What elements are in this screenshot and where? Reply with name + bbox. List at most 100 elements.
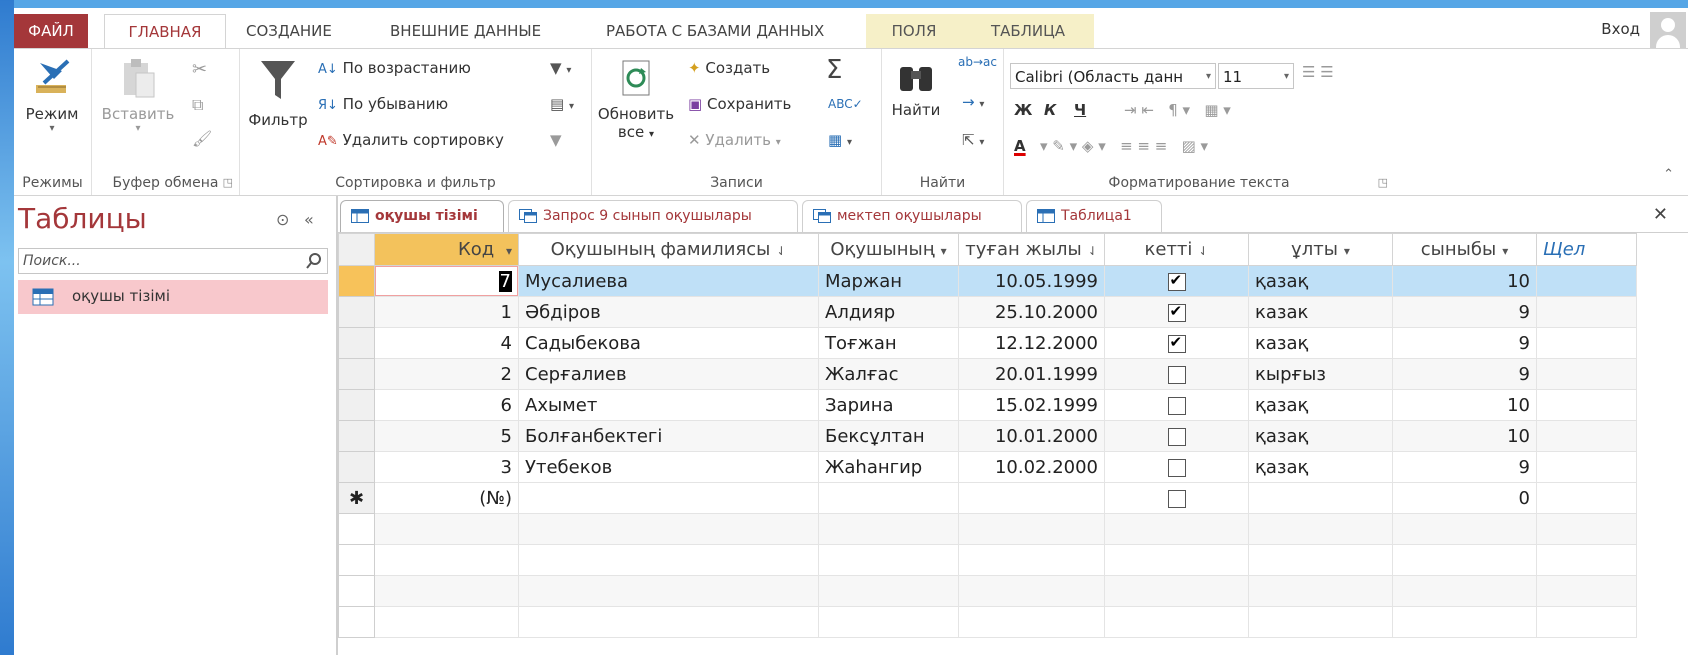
font-size-select[interactable]: 11 ▾ — [1218, 63, 1294, 89]
cell-grade[interactable]: 9 — [1392, 358, 1537, 390]
tab-external-data[interactable]: ВНЕШНИЕ ДАННЫЕ — [378, 14, 553, 48]
cell-left[interactable] — [1104, 389, 1249, 421]
delete-record-button[interactable]: ✕ Удалить ▾ — [688, 131, 781, 149]
checkbox[interactable] — [1167, 489, 1186, 508]
cell-left[interactable] — [1104, 296, 1249, 328]
cell-born[interactable]: 10.05.1999 — [958, 265, 1105, 297]
cell-id[interactable]: (№) — [374, 482, 519, 514]
clipboard-launcher-icon[interactable]: ◳ — [223, 176, 233, 189]
cell-extra[interactable] — [1536, 389, 1637, 421]
nav-pane-title[interactable]: Таблицы — [18, 202, 147, 235]
column-dropdown-icon[interactable]: ▾ — [506, 244, 512, 258]
nav-search-input[interactable]: Поиск... — [18, 248, 328, 274]
find-button[interactable]: Найти — [886, 59, 946, 119]
cell-id[interactable]: 7 — [374, 265, 519, 297]
format-painter-icon[interactable]: 🖌 — [192, 129, 212, 148]
cell-nation[interactable] — [1248, 482, 1393, 514]
cell-left[interactable] — [1104, 482, 1249, 514]
cell-left[interactable] — [1104, 327, 1249, 359]
table-row[interactable]: 1 ӘбдіровАлдияр25.10.2000 казак9 — [338, 296, 1637, 328]
paste-button[interactable]: Вставить ▾ — [100, 57, 176, 134]
checkbox[interactable] — [1167, 427, 1186, 446]
cell-nation[interactable]: кырғыз — [1248, 358, 1393, 390]
checkbox[interactable] — [1167, 333, 1186, 353]
cell-born[interactable]: 25.10.2000 — [958, 296, 1105, 328]
checkbox[interactable] — [1167, 396, 1186, 415]
cell-left[interactable] — [1104, 420, 1249, 452]
cell-nation[interactable]: қазақ — [1248, 420, 1393, 452]
cell-born[interactable]: 12.12.2000 — [958, 327, 1105, 359]
cell-surname[interactable]: Ахымет — [518, 389, 819, 421]
checkbox[interactable] — [1167, 302, 1186, 322]
avatar[interactable] — [1650, 12, 1686, 48]
cell-grade[interactable]: 9 — [1392, 451, 1537, 483]
refresh-all-button[interactable]: Обновить все ▾ — [596, 59, 676, 141]
replace-icon[interactable]: ab→ac — [958, 55, 997, 69]
checkbox[interactable] — [1167, 271, 1186, 291]
spelling-icon[interactable]: ABC✓ — [828, 97, 863, 111]
cell-born[interactable]: 10.02.2000 — [958, 451, 1105, 483]
table-row[interactable]: 6 Ахымет Зарина 15.02.1999 қазақ 10 — [338, 389, 1637, 421]
bold-button[interactable]: Ж — [1014, 101, 1032, 119]
selection-filter-icon[interactable]: ▼ ▾ — [550, 59, 571, 77]
totals-icon[interactable]: Σ — [826, 55, 842, 85]
cell-left[interactable] — [1104, 358, 1249, 390]
bullets-icon[interactable]: ☰ ☰ — [1302, 63, 1334, 81]
tab-fields[interactable]: ПОЛЯ — [866, 14, 962, 48]
sort-ascending-button[interactable]: A↓ По возрастанию — [318, 59, 471, 77]
font-color-button[interactable]: A — [1014, 137, 1026, 155]
cell-surname[interactable]: Утебеков — [518, 451, 819, 483]
cell-name[interactable]: Маржан — [818, 265, 959, 297]
highlight-icon[interactable]: ▾ ✎ ▾ ◈ ▾ ≡ ≡ ≡ ▨ ▾ — [1040, 137, 1208, 155]
cell-born[interactable]: 20.01.1999 — [958, 358, 1105, 390]
row-selector[interactable] — [338, 451, 375, 483]
cell-extra[interactable] — [1536, 451, 1637, 483]
cell-born[interactable]: 15.02.1999 — [958, 389, 1105, 421]
cell-extra[interactable] — [1536, 265, 1637, 297]
column-header-name[interactable]: Оқушының ▾ — [818, 233, 959, 266]
column-dropdown-icon[interactable]: ⇃ — [776, 244, 786, 258]
cell-grade[interactable]: 9 — [1392, 296, 1537, 328]
cell-id[interactable]: 4 — [374, 327, 519, 359]
go-to-icon[interactable]: → ▾ — [962, 93, 984, 111]
select-all-cell[interactable] — [338, 233, 375, 266]
cell-left[interactable] — [1104, 265, 1249, 297]
cell-name[interactable]: Алдияр — [818, 296, 959, 328]
cell-name[interactable]: Жалғас — [818, 358, 959, 390]
underline-button[interactable]: Ч — [1074, 101, 1086, 119]
cell-surname[interactable]: Болғанбектегі — [518, 420, 819, 452]
cell-name[interactable]: Бексұлтан — [818, 420, 959, 452]
cell-grade[interactable]: 0 — [1392, 482, 1537, 514]
table-row[interactable]: 2 Серғалиев Жалғас 20.01.1999 кырғыз 9 — [338, 358, 1637, 390]
doc-tab-query-grade9[interactable]: Запрос 9 сынып оқушылары — [508, 200, 798, 232]
row-selector[interactable] — [338, 296, 375, 328]
table-row[interactable]: 4 СадыбековаТоғжан12.12.2000 казақ9 — [338, 327, 1637, 359]
column-header-left[interactable]: кетті ⇃ — [1104, 233, 1249, 266]
cell-surname[interactable] — [518, 482, 819, 514]
cell-name[interactable]: Тоғжан — [818, 327, 959, 359]
cell-born[interactable] — [958, 482, 1105, 514]
advanced-filter-icon[interactable]: ▤ ▾ — [550, 95, 574, 113]
cell-id[interactable]: 2 — [374, 358, 519, 390]
save-record-button[interactable]: ▣ Сохранить — [688, 95, 791, 113]
cell-id[interactable]: 6 — [374, 389, 519, 421]
cell-grade[interactable]: 9 — [1392, 327, 1537, 359]
more-records-icon[interactable]: ▦ ▾ — [828, 131, 852, 149]
row-selector[interactable] — [338, 265, 375, 297]
italic-button[interactable]: К — [1044, 101, 1056, 119]
cut-icon[interactable]: ✂ — [192, 59, 207, 80]
table-row[interactable]: 7 МусалиеваМаржан10.05.1999 қазақ10 — [338, 265, 1637, 297]
column-header-id[interactable]: Код ▾ — [374, 233, 519, 266]
cell-id[interactable]: 5 — [374, 420, 519, 452]
cell-grade[interactable]: 10 — [1392, 420, 1537, 452]
cell-nation[interactable]: қазақ — [1248, 451, 1393, 483]
cell-name[interactable]: Жаһангир — [818, 451, 959, 483]
cell-born[interactable]: 10.01.2000 — [958, 420, 1105, 452]
column-dropdown-icon[interactable]: ⇃ — [1088, 244, 1098, 258]
collapse-ribbon-icon[interactable]: ⌃ — [1663, 167, 1674, 182]
row-selector[interactable] — [338, 358, 375, 390]
select-icon[interactable]: ⇱ ▾ — [962, 131, 984, 149]
copy-icon[interactable]: ⧉ — [192, 95, 203, 115]
column-dropdown-icon[interactable]: ▾ — [1344, 244, 1350, 258]
search-icon[interactable] — [305, 252, 323, 270]
